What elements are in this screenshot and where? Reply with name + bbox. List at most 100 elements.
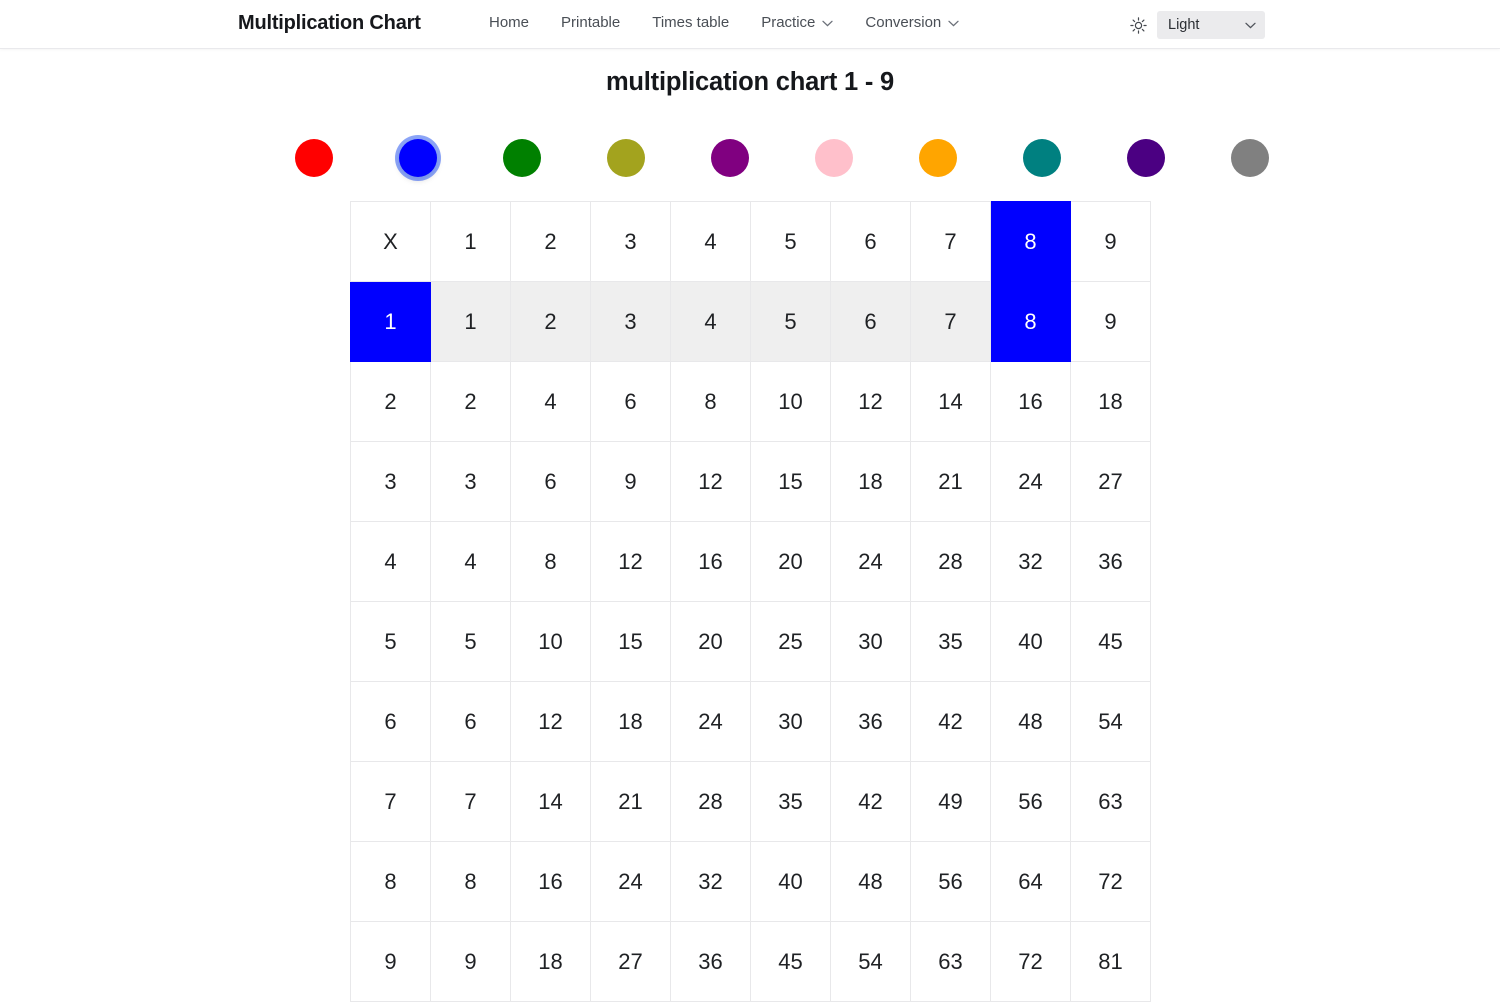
color-swatch-gray[interactable] [1198, 138, 1302, 178]
table-cell-6x3[interactable]: 18 [590, 681, 671, 762]
table-cell-8x2[interactable]: 16 [510, 841, 591, 922]
table-cell-6x8[interactable]: 48 [990, 681, 1071, 762]
table-cell-8x7[interactable]: 56 [910, 841, 991, 922]
table-row-header-2[interactable]: 2 [350, 361, 431, 442]
table-cell-3x4[interactable]: 12 [670, 441, 751, 522]
color-swatch-blue[interactable] [366, 138, 470, 178]
color-dot-pink[interactable] [815, 139, 853, 177]
table-cell-8x6[interactable]: 48 [830, 841, 911, 922]
table-cell-7x7[interactable]: 49 [910, 761, 991, 842]
table-cell-1x6[interactable]: 6 [830, 281, 911, 362]
table-cell-1x9[interactable]: 9 [1070, 281, 1151, 362]
table-cell-8x1[interactable]: 8 [430, 841, 511, 922]
table-cell-7x5[interactable]: 35 [750, 761, 831, 842]
table-cell-6x7[interactable]: 42 [910, 681, 991, 762]
table-cell-2x7[interactable]: 14 [910, 361, 991, 442]
table-cell-3x6[interactable]: 18 [830, 441, 911, 522]
table-cell-3x3[interactable]: 9 [590, 441, 671, 522]
table-cell-6x9[interactable]: 54 [1070, 681, 1151, 762]
color-dot-orange[interactable] [919, 139, 957, 177]
table-cell-9x2[interactable]: 18 [510, 921, 591, 1002]
color-swatch-orange[interactable] [886, 138, 990, 178]
table-cell-2x1[interactable]: 2 [430, 361, 511, 442]
table-cell-1x7[interactable]: 7 [910, 281, 991, 362]
nav-link-times-table[interactable]: Times table [636, 14, 745, 31]
color-swatch-olive[interactable] [574, 138, 678, 178]
table-column-header-7[interactable]: 7 [910, 201, 991, 282]
table-column-header-4[interactable]: 4 [670, 201, 751, 282]
table-row-header-8[interactable]: 8 [350, 841, 431, 922]
table-column-header-6[interactable]: 6 [830, 201, 911, 282]
table-cell-3x1[interactable]: 3 [430, 441, 511, 522]
table-cell-8x4[interactable]: 32 [670, 841, 751, 922]
table-cell-7x2[interactable]: 14 [510, 761, 591, 842]
table-row-header-1[interactable]: 1 [350, 281, 431, 362]
table-cell-2x9[interactable]: 18 [1070, 361, 1151, 442]
table-cell-9x9[interactable]: 81 [1070, 921, 1151, 1002]
table-cell-8x5[interactable]: 40 [750, 841, 831, 922]
table-cell-7x4[interactable]: 28 [670, 761, 751, 842]
table-cell-6x2[interactable]: 12 [510, 681, 591, 762]
color-dot-purple[interactable] [711, 139, 749, 177]
table-cell-2x8[interactable]: 16 [990, 361, 1071, 442]
table-cell-9x5[interactable]: 45 [750, 921, 831, 1002]
table-cell-6x6[interactable]: 36 [830, 681, 911, 762]
table-cell-7x6[interactable]: 42 [830, 761, 911, 842]
table-row-header-3[interactable]: 3 [350, 441, 431, 522]
nav-link-home[interactable]: Home [489, 14, 545, 31]
color-dot-blue[interactable] [399, 139, 437, 177]
table-row-header-4[interactable]: 4 [350, 521, 431, 602]
color-swatch-purple[interactable] [678, 138, 782, 178]
table-cell-7x8[interactable]: 56 [990, 761, 1071, 842]
table-cell-5x5[interactable]: 25 [750, 601, 831, 682]
table-cell-4x3[interactable]: 12 [590, 521, 671, 602]
table-column-header-9[interactable]: 9 [1070, 201, 1151, 282]
table-cell-5x2[interactable]: 10 [510, 601, 591, 682]
table-row-header-6[interactable]: 6 [350, 681, 431, 762]
table-cell-9x7[interactable]: 63 [910, 921, 991, 1002]
color-dot-olive[interactable] [607, 139, 645, 177]
table-cell-9x8[interactable]: 72 [990, 921, 1071, 1002]
nav-link-conversion[interactable]: Conversion [849, 14, 975, 31]
color-swatch-pink[interactable] [782, 138, 886, 178]
table-cell-3x5[interactable]: 15 [750, 441, 831, 522]
table-cell-2x4[interactable]: 8 [670, 361, 751, 442]
table-column-header-1[interactable]: 1 [430, 201, 511, 282]
table-cell-5x1[interactable]: 5 [430, 601, 511, 682]
color-swatch-indigo[interactable] [1094, 138, 1198, 178]
table-cell-5x4[interactable]: 20 [670, 601, 751, 682]
table-cell-1x3[interactable]: 3 [590, 281, 671, 362]
table-cell-2x5[interactable]: 10 [750, 361, 831, 442]
table-cell-3x7[interactable]: 21 [910, 441, 991, 522]
color-swatch-green[interactable] [470, 138, 574, 178]
table-cell-1x5[interactable]: 5 [750, 281, 831, 362]
nav-link-practice[interactable]: Practice [745, 14, 849, 31]
table-cell-2x3[interactable]: 6 [590, 361, 671, 442]
table-cell-4x1[interactable]: 4 [430, 521, 511, 602]
table-cell-8x8[interactable]: 64 [990, 841, 1071, 922]
color-dot-gray[interactable] [1231, 139, 1269, 177]
table-cell-6x4[interactable]: 24 [670, 681, 751, 762]
table-cell-8x3[interactable]: 24 [590, 841, 671, 922]
table-cell-4x5[interactable]: 20 [750, 521, 831, 602]
table-cell-5x9[interactable]: 45 [1070, 601, 1151, 682]
table-cell-8x9[interactable]: 72 [1070, 841, 1151, 922]
color-swatch-teal[interactable] [990, 138, 1094, 178]
table-cell-3x9[interactable]: 27 [1070, 441, 1151, 522]
theme-select[interactable]: Light [1157, 11, 1265, 39]
table-cell-4x9[interactable]: 36 [1070, 521, 1151, 602]
table-cell-5x7[interactable]: 35 [910, 601, 991, 682]
table-cell-1x1[interactable]: 1 [430, 281, 511, 362]
table-cell-2x6[interactable]: 12 [830, 361, 911, 442]
table-cell-1x2[interactable]: 2 [510, 281, 591, 362]
table-cell-9x1[interactable]: 9 [430, 921, 511, 1002]
table-row-header-7[interactable]: 7 [350, 761, 431, 842]
table-cell-1x4[interactable]: 4 [670, 281, 751, 362]
table-cell-4x8[interactable]: 32 [990, 521, 1071, 602]
table-corner-cell[interactable]: X [350, 201, 431, 282]
table-cell-5x8[interactable]: 40 [990, 601, 1071, 682]
table-cell-5x3[interactable]: 15 [590, 601, 671, 682]
table-cell-2x2[interactable]: 4 [510, 361, 591, 442]
color-dot-green[interactable] [503, 139, 541, 177]
color-dot-red[interactable] [295, 139, 333, 177]
